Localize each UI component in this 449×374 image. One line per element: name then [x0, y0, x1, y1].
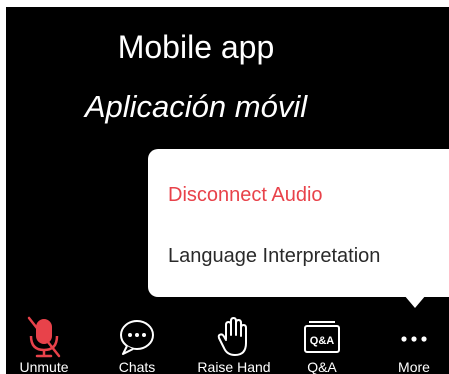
qa-icon-text: Q&A — [310, 335, 335, 347]
menu-pointer-arrow — [404, 295, 426, 308]
qa-label: Q&A — [307, 359, 337, 374]
raise-hand-label: Raise Hand — [197, 359, 271, 374]
caption-spanish: Aplicación móvil — [84, 89, 308, 124]
chats-button[interactable]: Chats — [102, 312, 172, 374]
chat-bubble-icon — [120, 320, 154, 355]
audio-options-menu: Disconnect Audio Language Interpretation — [148, 149, 449, 297]
caption-english: Mobile app — [117, 29, 275, 65]
hand-icon — [217, 317, 247, 356]
more-button[interactable]: More — [389, 312, 439, 374]
disconnect-audio-item[interactable]: Disconnect Audio — [168, 183, 323, 207]
qa-button[interactable]: Q&A Q&A — [296, 312, 348, 374]
chats-label: Chats — [118, 359, 156, 374]
microphone-muted-icon — [27, 316, 61, 358]
more-label: More — [398, 359, 430, 374]
unmute-label: Unmute — [19, 359, 69, 374]
language-interpretation-item[interactable]: Language Interpretation — [168, 244, 380, 268]
raise-hand-button[interactable]: Raise Hand — [186, 312, 282, 374]
unmute-button[interactable]: Unmute — [6, 312, 82, 374]
qa-icon: Q&A — [304, 321, 340, 353]
more-dots-icon — [401, 336, 427, 342]
app-frame: Mobile app Aplicación móvil Disconnect A… — [0, 0, 449, 374]
meeting-toolbar: Unmute Chats Raise Hand Q&A Q&A More — [6, 312, 449, 374]
meeting-screen: Mobile app Aplicación móvil Disconnect A… — [6, 7, 449, 374]
